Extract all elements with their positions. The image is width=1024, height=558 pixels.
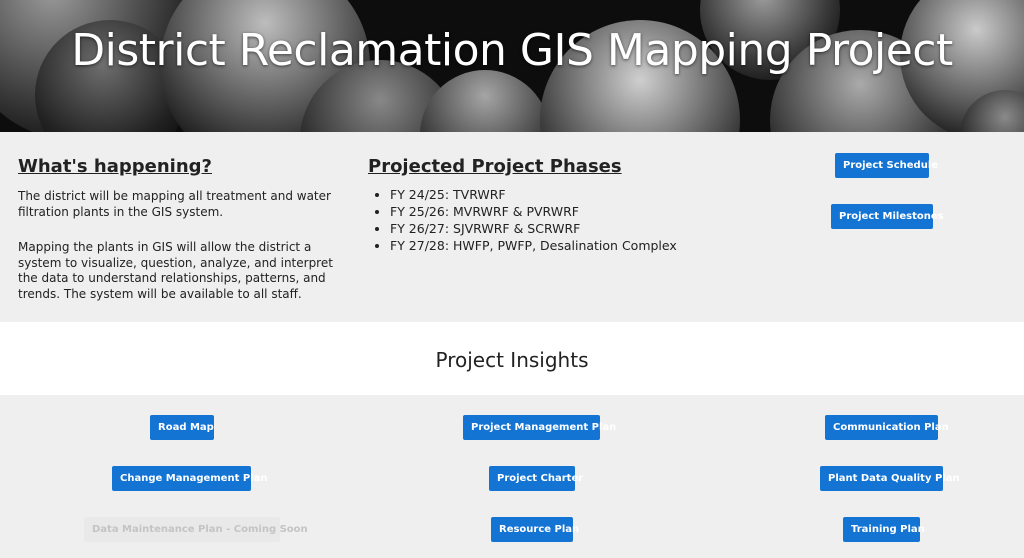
phases-list: FY 24/25: TVRWRF FY 25/26: MVRWRF & PVRW…: [372, 186, 677, 254]
about-paragraph-1: The district will be mapping all treatme…: [18, 189, 331, 219]
communication-plan-button[interactable]: Communication Plan: [825, 415, 949, 440]
project-schedule-button[interactable]: Project Schedule: [835, 153, 938, 178]
insights-header-band: Project Insights: [0, 322, 1024, 395]
phase-item: FY 24/25: TVRWRF: [390, 186, 677, 203]
phase-item: FY 27/28: HWFP, PWFP, Desalination Compl…: [390, 237, 677, 254]
data-maintenance-plan-button: Data Maintenance Plan - Coming Soon: [84, 517, 308, 542]
whats-happening-heading: What's happening?: [18, 156, 212, 177]
road-map-button[interactable]: Road Map: [150, 415, 214, 440]
phase-item: FY 25/26: MVRWRF & PVRWRF: [390, 203, 677, 220]
training-plan-button[interactable]: Training Plan: [843, 517, 925, 542]
insights-button-grid: Road Map Project Management Plan Communi…: [0, 395, 1024, 558]
phase-item: FY 26/27: SJVRWRF & SCRWRF: [390, 220, 677, 237]
plant-data-quality-plan-button[interactable]: Plant Data Quality Plan: [820, 466, 960, 491]
decorative-sphere: [420, 70, 550, 132]
change-management-plan-button[interactable]: Change Management Plan: [112, 466, 267, 491]
project-management-plan-button[interactable]: Project Management Plan: [463, 415, 616, 440]
project-milestones-button[interactable]: Project Milestones: [831, 204, 944, 229]
project-info-section: What's happening? The district will be m…: [0, 132, 1024, 322]
about-paragraph-2: Mapping the plants in GIS will allow the…: [18, 240, 333, 301]
resource-plan-button[interactable]: Resource Plan: [491, 517, 579, 542]
project-charter-button[interactable]: Project Charter: [489, 466, 583, 491]
page-title: District Reclamation GIS Mapping Project: [71, 25, 953, 76]
phases-heading: Projected Project Phases: [368, 156, 622, 177]
insights-title: Project Insights: [435, 348, 589, 372]
hero-banner: District Reclamation GIS Mapping Project: [0, 0, 1024, 132]
